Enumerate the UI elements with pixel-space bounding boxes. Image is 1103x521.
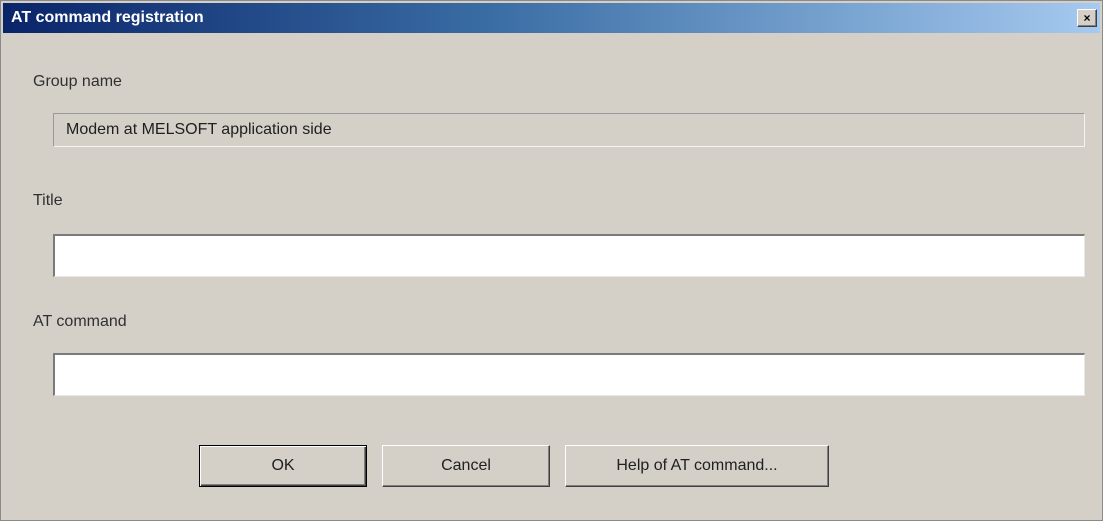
at-command-input[interactable] bbox=[53, 353, 1085, 396]
title-input[interactable] bbox=[53, 234, 1085, 277]
close-icon: × bbox=[1083, 11, 1091, 25]
group-name-label: Group name bbox=[33, 73, 122, 90]
window-title: AT command registration bbox=[11, 9, 204, 26]
close-button[interactable]: × bbox=[1077, 9, 1097, 27]
help-button[interactable]: Help of AT command... bbox=[565, 445, 829, 487]
title-label: Title bbox=[33, 192, 63, 209]
title-bar[interactable]: AT command registration × bbox=[3, 3, 1100, 33]
at-command-label: AT command bbox=[33, 313, 127, 330]
cancel-button[interactable]: Cancel bbox=[382, 445, 550, 487]
ok-button[interactable]: OK bbox=[199, 445, 367, 487]
at-command-registration-dialog: AT command registration × Group name Mod… bbox=[0, 0, 1103, 521]
group-name-field: Modem at MELSOFT application side bbox=[53, 113, 1085, 147]
